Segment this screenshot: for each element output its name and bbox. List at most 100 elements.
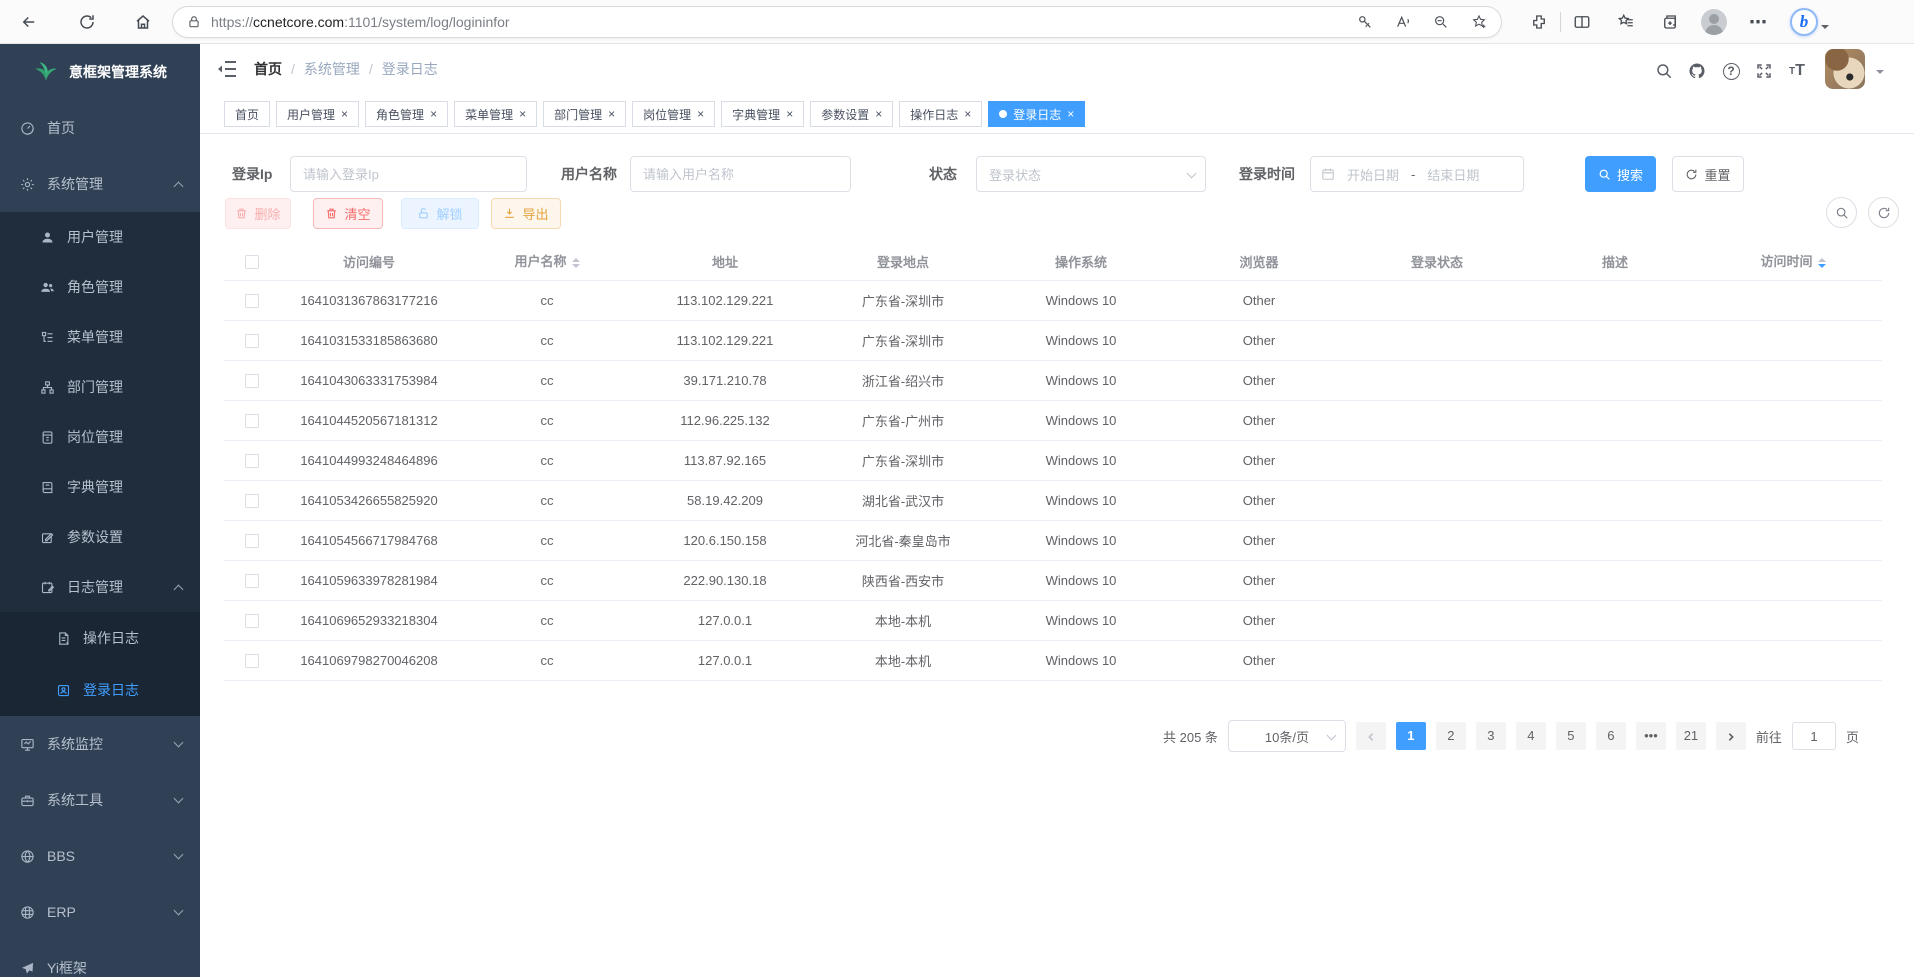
add-favorite-icon[interactable] bbox=[1471, 14, 1487, 30]
page-button[interactable]: 21 bbox=[1676, 722, 1706, 750]
row-checkbox[interactable] bbox=[245, 454, 259, 468]
tag-home[interactable]: 首页 bbox=[224, 101, 270, 127]
close-icon[interactable]: × bbox=[786, 108, 793, 120]
row-checkbox[interactable] bbox=[245, 414, 259, 428]
sidebar-item-dept-mgmt[interactable]: 部门管理 bbox=[0, 362, 200, 412]
close-icon[interactable]: × bbox=[608, 108, 615, 120]
row-checkbox[interactable] bbox=[245, 654, 259, 668]
page-button[interactable]: 5 bbox=[1556, 722, 1586, 750]
browser-refresh-icon[interactable] bbox=[72, 7, 102, 37]
sidebar-item-menu-mgmt[interactable]: 菜单管理 bbox=[0, 312, 200, 362]
extensions-icon[interactable] bbox=[1524, 7, 1554, 37]
browser-home-icon[interactable] bbox=[128, 7, 158, 37]
reset-button[interactable]: 重置 bbox=[1672, 156, 1744, 192]
row-checkbox[interactable] bbox=[245, 374, 259, 388]
sidebar-item-log-mgmt[interactable]: 日志管理 bbox=[0, 562, 200, 612]
read-aloud-icon[interactable] bbox=[1395, 14, 1411, 30]
page-button[interactable]: 3 bbox=[1476, 722, 1506, 750]
tag-user-mgmt[interactable]: 用户管理× bbox=[276, 101, 359, 127]
sidebar-item-system-tools[interactable]: 系统工具 bbox=[0, 772, 200, 828]
breadcrumb-system-mgmt[interactable]: 系统管理 bbox=[304, 59, 360, 79]
page-button[interactable]: 1 bbox=[1396, 722, 1426, 750]
sidebar-item-user-mgmt[interactable]: 用户管理 bbox=[0, 212, 200, 262]
address-bar[interactable]: https://ccnetcore.com:1101/system/log/lo… bbox=[172, 6, 1502, 38]
sort-carets-icon[interactable] bbox=[1818, 254, 1826, 272]
close-icon[interactable]: × bbox=[430, 108, 437, 120]
goto-page-input[interactable] bbox=[1792, 722, 1836, 750]
split-screen-icon[interactable] bbox=[1567, 7, 1597, 37]
delete-button[interactable]: 删除 bbox=[225, 198, 291, 229]
close-icon[interactable]: × bbox=[519, 108, 526, 120]
app-logo[interactable]: 意框架管理系统 bbox=[0, 44, 200, 100]
copilot-caret-icon[interactable] bbox=[1821, 25, 1829, 33]
row-checkbox[interactable] bbox=[245, 334, 259, 348]
favorites-icon[interactable] bbox=[1611, 7, 1641, 37]
refresh-table-button[interactable] bbox=[1868, 197, 1899, 228]
tag-post-mgmt[interactable]: 岗位管理× bbox=[632, 101, 715, 127]
sidebar-item-bbs[interactable]: BBS bbox=[0, 828, 200, 884]
sidebar-item-system-monitor[interactable]: 系统监控 bbox=[0, 716, 200, 772]
toggle-search-button[interactable] bbox=[1826, 197, 1857, 228]
page-button[interactable]: 2 bbox=[1436, 722, 1466, 750]
sidebar-item-system-mgmt[interactable]: 系统管理 bbox=[0, 156, 200, 212]
breadcrumb-home[interactable]: 首页 bbox=[254, 59, 282, 79]
column-header-user[interactable]: 用户名称 bbox=[458, 243, 636, 280]
user-name-input[interactable] bbox=[630, 156, 851, 192]
select-all-checkbox[interactable] bbox=[245, 255, 259, 269]
sort-carets-icon[interactable] bbox=[572, 254, 580, 272]
sidebar-item-erp[interactable]: ERP bbox=[0, 884, 200, 940]
user-avatar[interactable] bbox=[1825, 49, 1865, 89]
header-search-icon[interactable] bbox=[1651, 58, 1677, 84]
tag-menu-mgmt[interactable]: 菜单管理× bbox=[454, 101, 537, 127]
browser-profile-avatar[interactable] bbox=[1699, 7, 1729, 37]
column-header-time[interactable]: 访问时间 bbox=[1704, 243, 1882, 280]
page-button[interactable]: 4 bbox=[1516, 722, 1546, 750]
sidebar-item-home[interactable]: 首页 bbox=[0, 100, 200, 156]
sidebar-fold-icon[interactable] bbox=[215, 57, 239, 81]
row-checkbox[interactable] bbox=[245, 574, 259, 588]
export-button[interactable]: 导出 bbox=[491, 198, 561, 229]
row-checkbox[interactable] bbox=[245, 614, 259, 628]
sidebar-item-login-log[interactable]: 登录日志 bbox=[0, 664, 200, 716]
row-checkbox[interactable] bbox=[245, 294, 259, 308]
more-pages-button[interactable]: ••• bbox=[1636, 722, 1666, 750]
tag-param-settings[interactable]: 参数设置× bbox=[810, 101, 893, 127]
tag-dept-mgmt[interactable]: 部门管理× bbox=[543, 101, 626, 127]
unlock-button[interactable]: 解锁 bbox=[401, 198, 479, 229]
tag-operation-log[interactable]: 操作日志× bbox=[899, 101, 982, 127]
browser-menu-icon[interactable]: ⋯ bbox=[1743, 7, 1773, 37]
clear-button[interactable]: 清空 bbox=[313, 198, 383, 229]
close-icon[interactable]: × bbox=[697, 108, 704, 120]
tag-role-mgmt[interactable]: 角色管理× bbox=[365, 101, 448, 127]
sidebar-item-post-mgmt[interactable]: 岗位管理 bbox=[0, 412, 200, 462]
page-button[interactable]: 6 bbox=[1596, 722, 1626, 750]
zoom-out-icon[interactable] bbox=[1433, 14, 1449, 30]
fullscreen-icon[interactable] bbox=[1751, 58, 1777, 84]
row-checkbox[interactable] bbox=[245, 494, 259, 508]
browser-back-icon[interactable] bbox=[14, 7, 44, 37]
sidebar-item-operation-log[interactable]: 操作日志 bbox=[0, 612, 200, 664]
close-icon[interactable]: × bbox=[341, 108, 348, 120]
close-icon[interactable]: × bbox=[1067, 108, 1074, 120]
close-icon[interactable]: × bbox=[875, 108, 882, 120]
sidebar-item-param-settings[interactable]: 参数设置 bbox=[0, 512, 200, 562]
help-icon[interactable]: ? bbox=[1718, 58, 1744, 84]
login-ip-input[interactable] bbox=[290, 156, 527, 192]
close-icon[interactable]: × bbox=[964, 108, 971, 120]
date-range-picker[interactable]: 开始日期 - 结束日期 bbox=[1310, 156, 1524, 192]
status-select[interactable]: 登录状态 bbox=[976, 156, 1206, 192]
avatar-dropdown-caret-icon[interactable] bbox=[1876, 70, 1884, 78]
copilot-icon[interactable]: b bbox=[1789, 7, 1819, 37]
tag-login-log[interactable]: 登录日志× bbox=[988, 101, 1085, 127]
password-key-icon[interactable] bbox=[1357, 14, 1373, 30]
sidebar-item-dict-mgmt[interactable]: 字典管理 bbox=[0, 462, 200, 512]
page-size-select[interactable]: 10条/页 bbox=[1228, 720, 1346, 752]
tag-dict-mgmt[interactable]: 字典管理× bbox=[721, 101, 804, 127]
github-icon[interactable] bbox=[1684, 58, 1710, 84]
prev-page-button[interactable] bbox=[1356, 722, 1386, 750]
sidebar-item-role-mgmt[interactable]: 角色管理 bbox=[0, 262, 200, 312]
collections-icon[interactable] bbox=[1655, 7, 1685, 37]
sidebar-item-yi-framework[interactable]: Yi框架 bbox=[0, 940, 200, 977]
row-checkbox[interactable] bbox=[245, 534, 259, 548]
font-size-icon[interactable]: TT bbox=[1784, 58, 1810, 84]
